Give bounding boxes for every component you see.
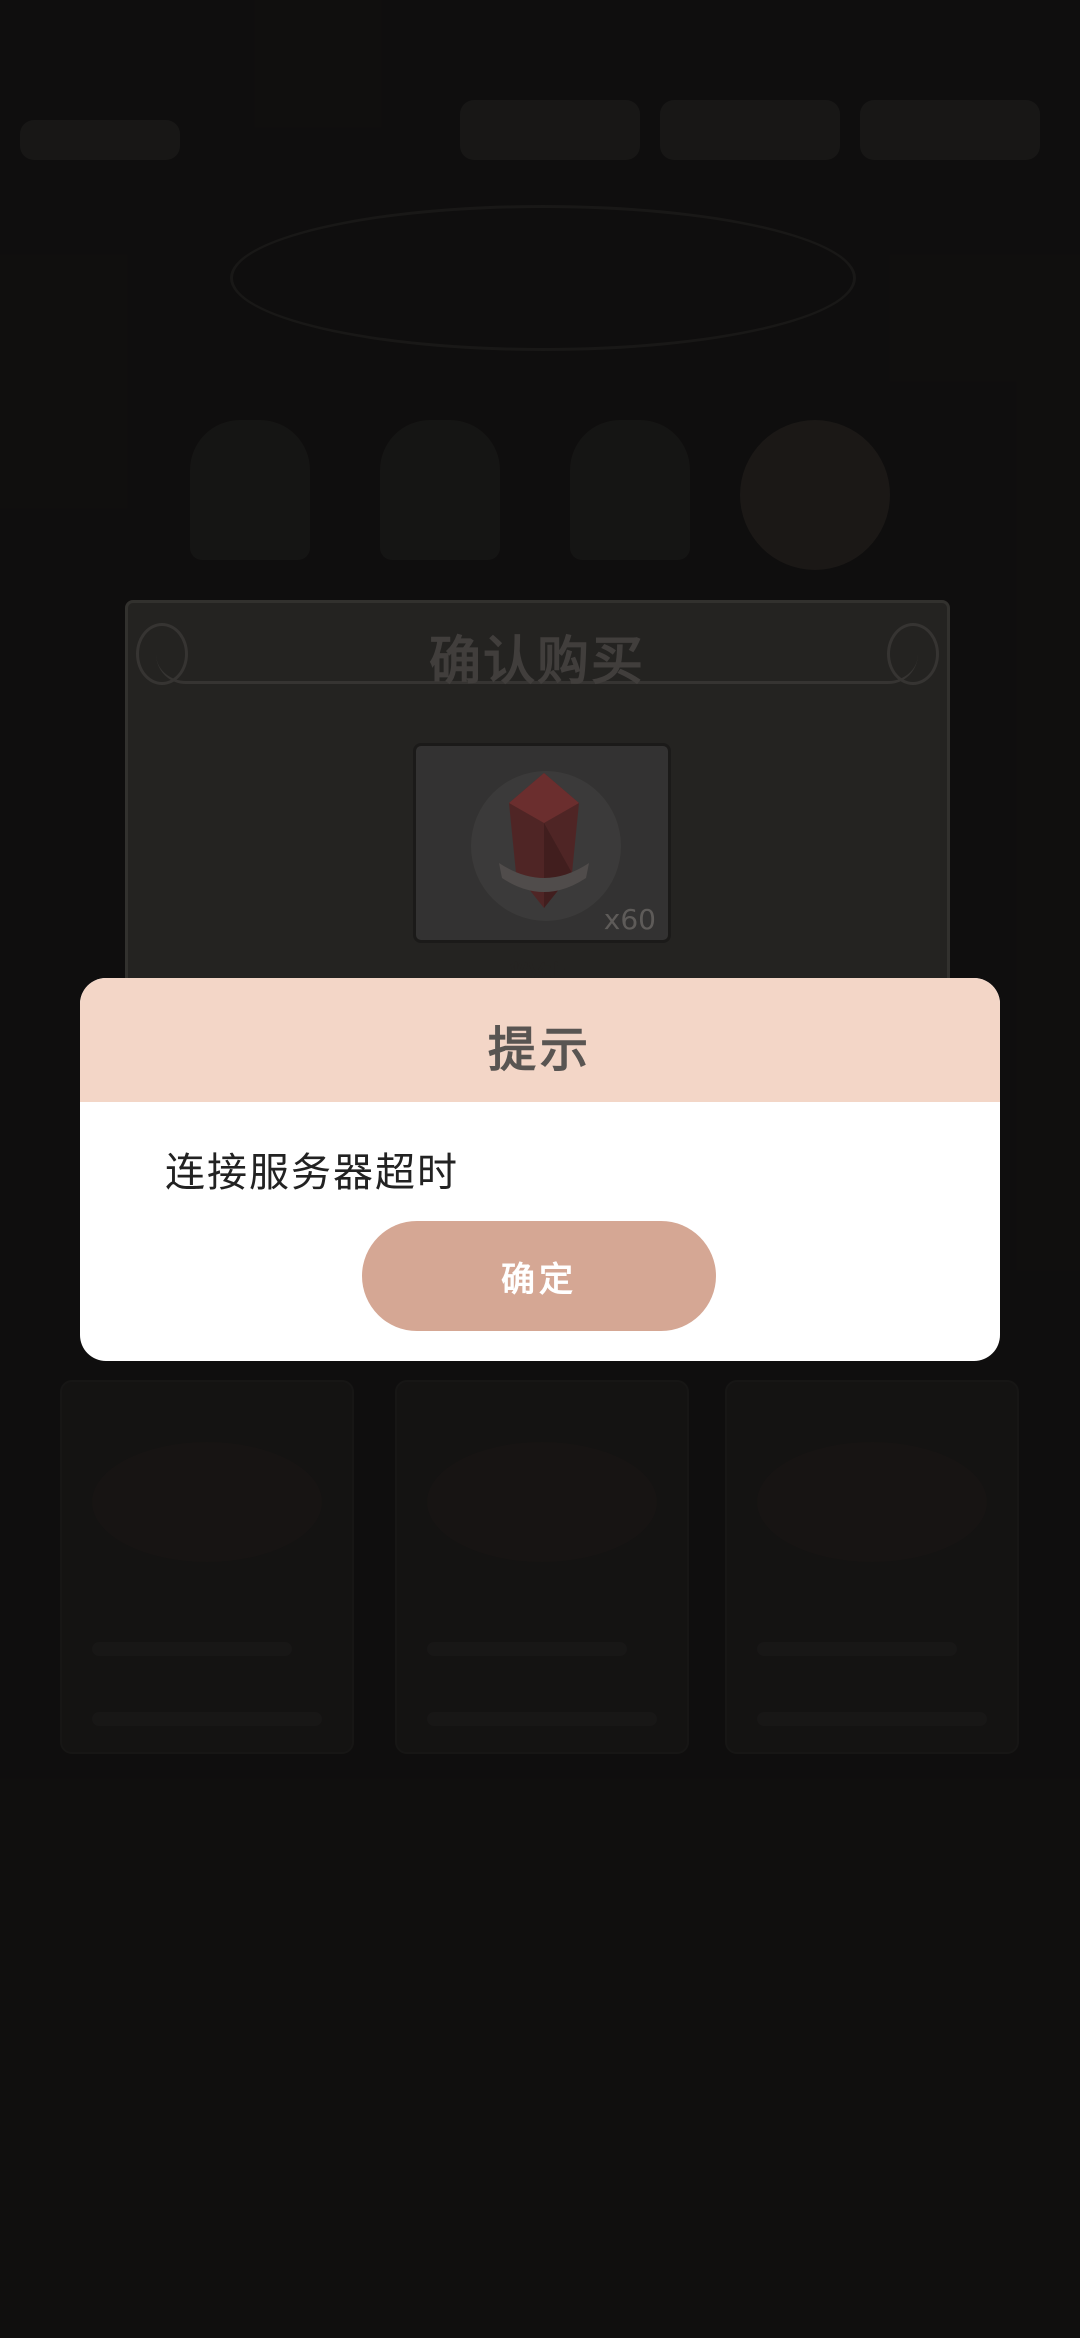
alert-dialog-message: 连接服务器超时 <box>165 1150 459 1196</box>
alert-dialog-header: 提示 <box>80 978 1000 1102</box>
game-screen: 确认购买 x60 粉钻 提示 连接服务器超时 确定 <box>0 0 1080 2338</box>
confirm-button[interactable]: 确定 <box>362 1221 716 1331</box>
alert-dialog-title: 提示 <box>487 1022 592 1078</box>
alert-dialog: 提示 连接服务器超时 确定 <box>80 978 1000 1361</box>
